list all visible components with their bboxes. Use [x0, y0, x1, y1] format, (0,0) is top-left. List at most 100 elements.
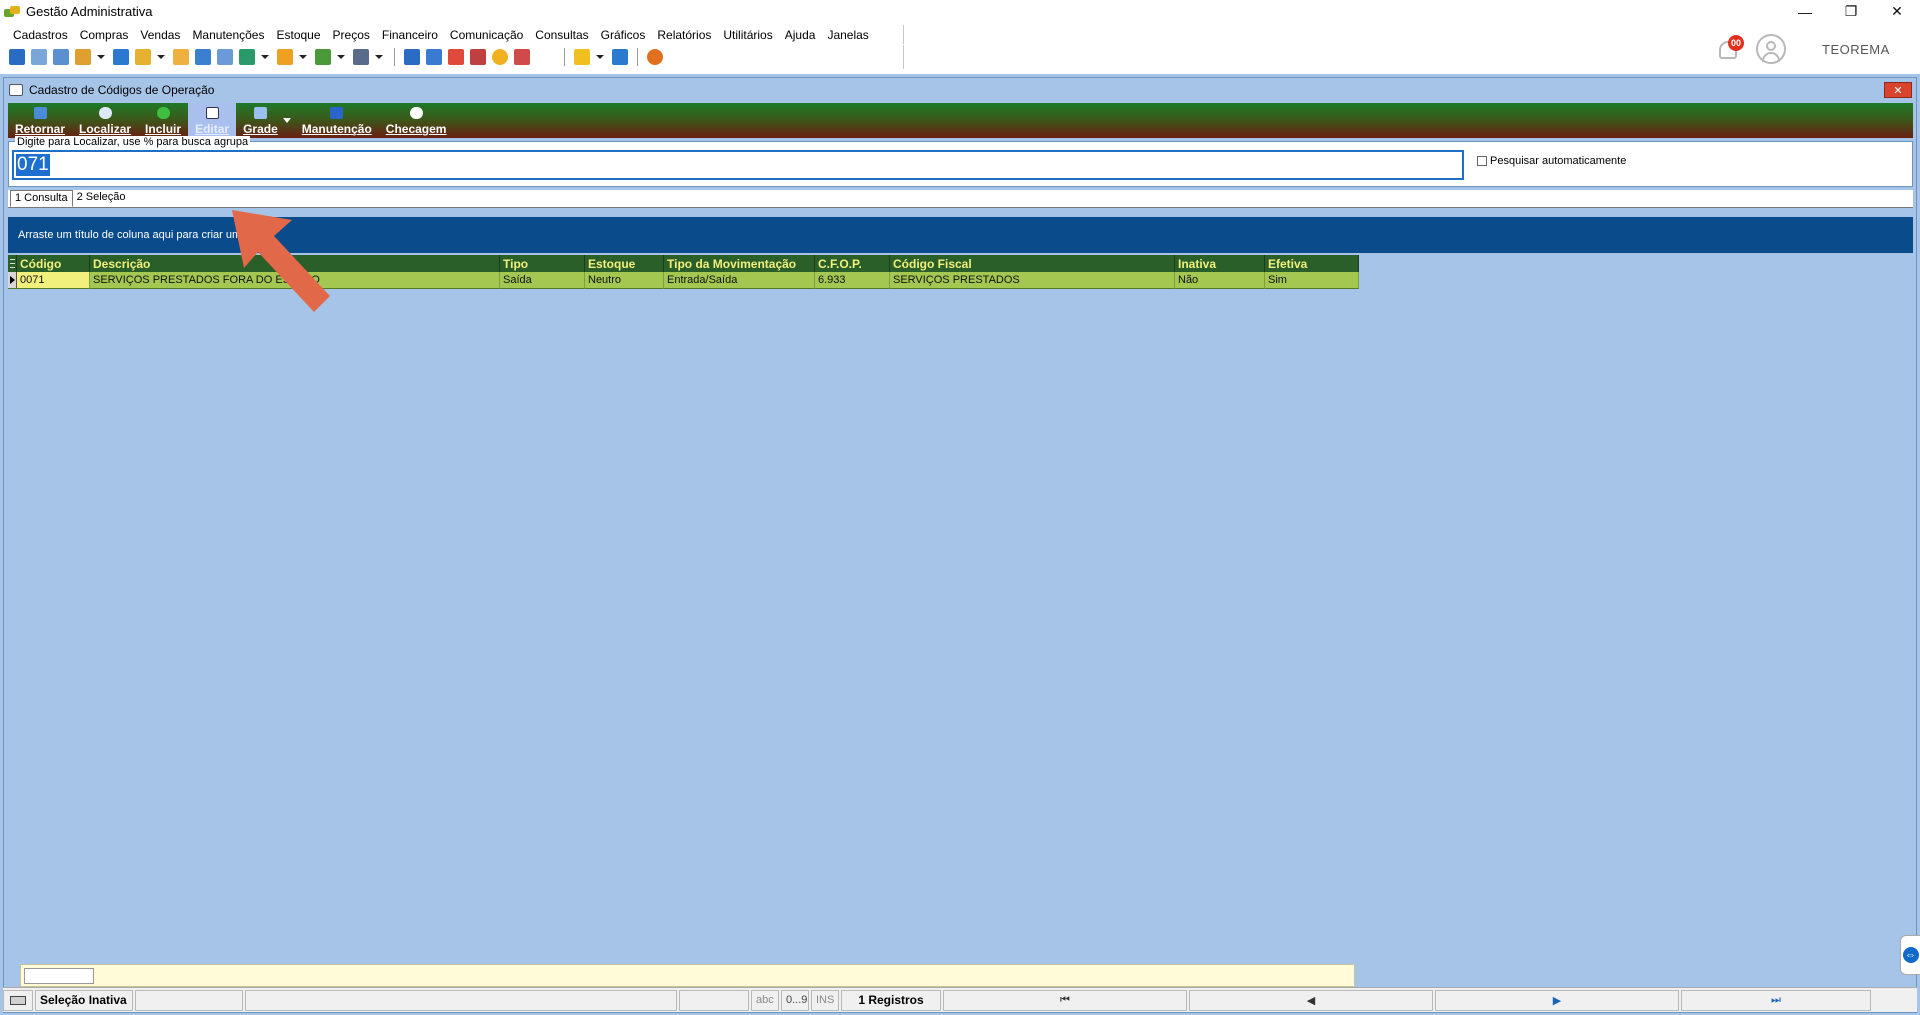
customers-icon[interactable]: [31, 49, 47, 65]
column-header-tipo-movimentacao[interactable]: Tipo da Movimentação: [664, 255, 815, 272]
nav-next-button[interactable]: ▶: [1435, 989, 1679, 1011]
menu-janelas[interactable]: Janelas: [821, 28, 874, 42]
filter-input[interactable]: [24, 968, 94, 984]
battery-icon[interactable]: [113, 49, 129, 65]
checkbox-box[interactable]: [1477, 156, 1487, 166]
notifications-bell-icon[interactable]: 00: [1716, 35, 1744, 63]
tab-consulta[interactable]: 1 Consulta: [10, 190, 73, 207]
cell-descricao[interactable]: SERVIÇOS PRESTADOS FORA DO ESTADO: [90, 272, 500, 289]
tree-icon[interactable]: [75, 49, 91, 65]
cart-icon[interactable]: [239, 49, 255, 65]
grade-dropdown-icon[interactable]: [282, 118, 291, 123]
tag-dropdown-icon[interactable]: [299, 55, 307, 59]
money-icon[interactable]: [315, 49, 331, 65]
column-header-efetiva[interactable]: Efetiva: [1265, 255, 1359, 272]
header-indicator[interactable]: [8, 255, 17, 272]
menu-utilitarios[interactable]: Utilitários: [717, 28, 778, 42]
menu-graficos[interactable]: Gráficos: [595, 28, 652, 42]
folder-dropdown-icon[interactable]: [157, 55, 165, 59]
column-header-cfop[interactable]: C.F.O.P.: [815, 255, 890, 272]
menu-financeiro[interactable]: Financeiro: [376, 28, 444, 42]
calendar-icon[interactable]: [448, 49, 464, 65]
nav-prev-button[interactable]: ◀: [1189, 989, 1433, 1011]
report-icon[interactable]: [195, 49, 211, 65]
editar-button[interactable]: Editar: [188, 103, 237, 138]
notifications-badge: 00: [1728, 35, 1744, 51]
records-count: 1 Registros: [841, 989, 941, 1011]
incluir-button[interactable]: Incluir: [138, 103, 188, 138]
cart-dropdown-icon[interactable]: [261, 55, 269, 59]
remote-support-tab[interactable]: ⇔: [1900, 935, 1920, 975]
menu-manutencoes[interactable]: Manutenções: [186, 28, 270, 42]
mdi-workspace: Cadastro de Códigos de Operação ✕ Retorn…: [0, 74, 1920, 1015]
folder-icon[interactable]: [135, 49, 151, 65]
cell-efetiva[interactable]: Sim: [1265, 272, 1359, 289]
retornar-button[interactable]: Retornar: [8, 103, 72, 138]
calculator-icon[interactable]: [404, 49, 420, 65]
card-icon[interactable]: [53, 49, 69, 65]
person-icon[interactable]: [173, 49, 189, 65]
digits-indicator: 0...9: [781, 989, 809, 1011]
menu-compras[interactable]: Compras: [74, 28, 135, 42]
search-doc-icon[interactable]: [514, 49, 530, 65]
tag-icon[interactable]: [277, 49, 293, 65]
table-row[interactable]: 0071 SERVIÇOS PRESTADOS FORA DO ESTADO S…: [8, 272, 1359, 289]
manutencao-button[interactable]: Manutenção: [295, 103, 379, 138]
nav-first-button[interactable]: ⏮: [943, 989, 1187, 1011]
column-header-descricao[interactable]: Descrição: [90, 255, 500, 272]
auto-search-checkbox[interactable]: Pesquisar automaticamente: [1477, 155, 1626, 167]
column-header-estoque[interactable]: Estoque: [585, 255, 664, 272]
new-document-icon[interactable]: [9, 49, 25, 65]
cell-tipo-movimentacao[interactable]: Entrada/Saída: [664, 272, 815, 289]
column-header-codigo[interactable]: Código: [17, 255, 90, 272]
menu-relatorios[interactable]: Relatórios: [651, 28, 717, 42]
grid-header: Código Descrição Tipo Estoque Tipo da Mo…: [8, 255, 1359, 272]
column-header-tipo[interactable]: Tipo: [500, 255, 585, 272]
search-input-value: 071: [16, 154, 50, 176]
money-dropdown-icon[interactable]: [337, 55, 345, 59]
info-icon[interactable]: [612, 49, 628, 65]
star-icon[interactable]: [574, 49, 590, 65]
menu-ajuda[interactable]: Ajuda: [779, 28, 822, 42]
menu-estoque[interactable]: Estoque: [270, 28, 326, 42]
schedule-icon[interactable]: [470, 49, 486, 65]
menu-precos[interactable]: Preços: [327, 28, 376, 42]
printer-dropdown-icon[interactable]: [375, 55, 383, 59]
cell-codigo-fiscal[interactable]: SERVIÇOS PRESTADOS: [890, 272, 1175, 289]
tab-selecao[interactable]: 2 Seleção: [73, 190, 130, 207]
cell-tipo[interactable]: Saída: [500, 272, 585, 289]
minimize-button[interactable]: —: [1782, 0, 1828, 23]
clock-icon[interactable]: [492, 49, 508, 65]
user-avatar-icon[interactable]: [1756, 34, 1786, 64]
row-indicator[interactable]: [8, 272, 17, 289]
tree-dropdown-icon[interactable]: [97, 55, 105, 59]
cell-estoque[interactable]: Neutro: [585, 272, 664, 289]
menu-comunicacao[interactable]: Comunicação: [444, 28, 529, 42]
star-dropdown-icon[interactable]: [596, 55, 604, 59]
search-input[interactable]: 071: [12, 150, 1464, 180]
nav-last-button[interactable]: ⏭: [1681, 989, 1871, 1011]
grade-button[interactable]: Grade: [236, 103, 285, 138]
menu-consultas[interactable]: Consultas: [529, 28, 594, 42]
checagem-button[interactable]: Checagem: [379, 103, 454, 138]
menu-cadastros[interactable]: Cadastros: [7, 28, 74, 42]
localizar-button[interactable]: Localizar: [72, 103, 138, 138]
abc-indicator: abc: [751, 989, 779, 1011]
menu-vendas[interactable]: Vendas: [134, 28, 186, 42]
toolbar-divider: [637, 48, 638, 66]
column-header-inativa[interactable]: Inativa: [1175, 255, 1265, 272]
power-icon[interactable]: [647, 49, 663, 65]
child-close-button[interactable]: ✕: [1884, 82, 1912, 98]
cell-inativa[interactable]: Não: [1175, 272, 1265, 289]
close-button[interactable]: ✕: [1874, 0, 1920, 23]
spreadsheet-icon[interactable]: [426, 49, 442, 65]
form-icon[interactable]: [217, 49, 233, 65]
child-window-title: Cadastro de Códigos de Operação: [29, 83, 215, 97]
printer-icon[interactable]: [353, 49, 369, 65]
ins-indicator: INS: [811, 989, 839, 1011]
column-header-codigo-fiscal[interactable]: Código Fiscal: [890, 255, 1175, 272]
group-by-band[interactable]: Arraste um título de coluna aqui para cr…: [8, 217, 1913, 253]
cell-cfop[interactable]: 6.933: [815, 272, 890, 289]
restore-button[interactable]: ❐: [1828, 0, 1874, 23]
cell-codigo[interactable]: 0071: [17, 272, 90, 289]
